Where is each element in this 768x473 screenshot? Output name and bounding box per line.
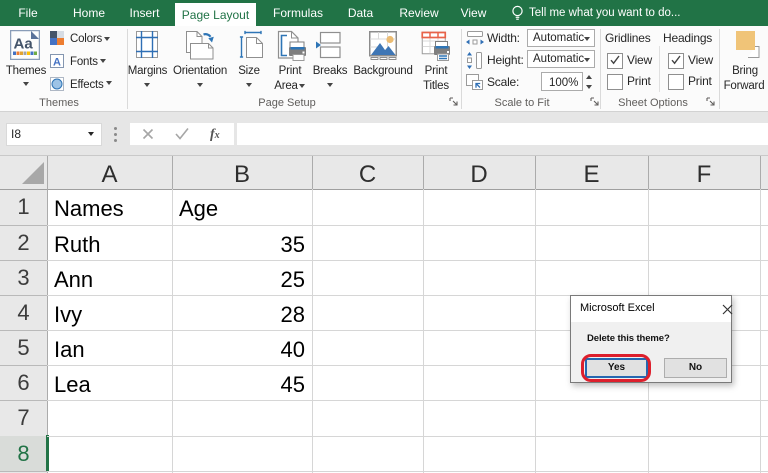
svg-text:Aa: Aa: [14, 36, 34, 53]
svg-text:A: A: [53, 57, 61, 69]
